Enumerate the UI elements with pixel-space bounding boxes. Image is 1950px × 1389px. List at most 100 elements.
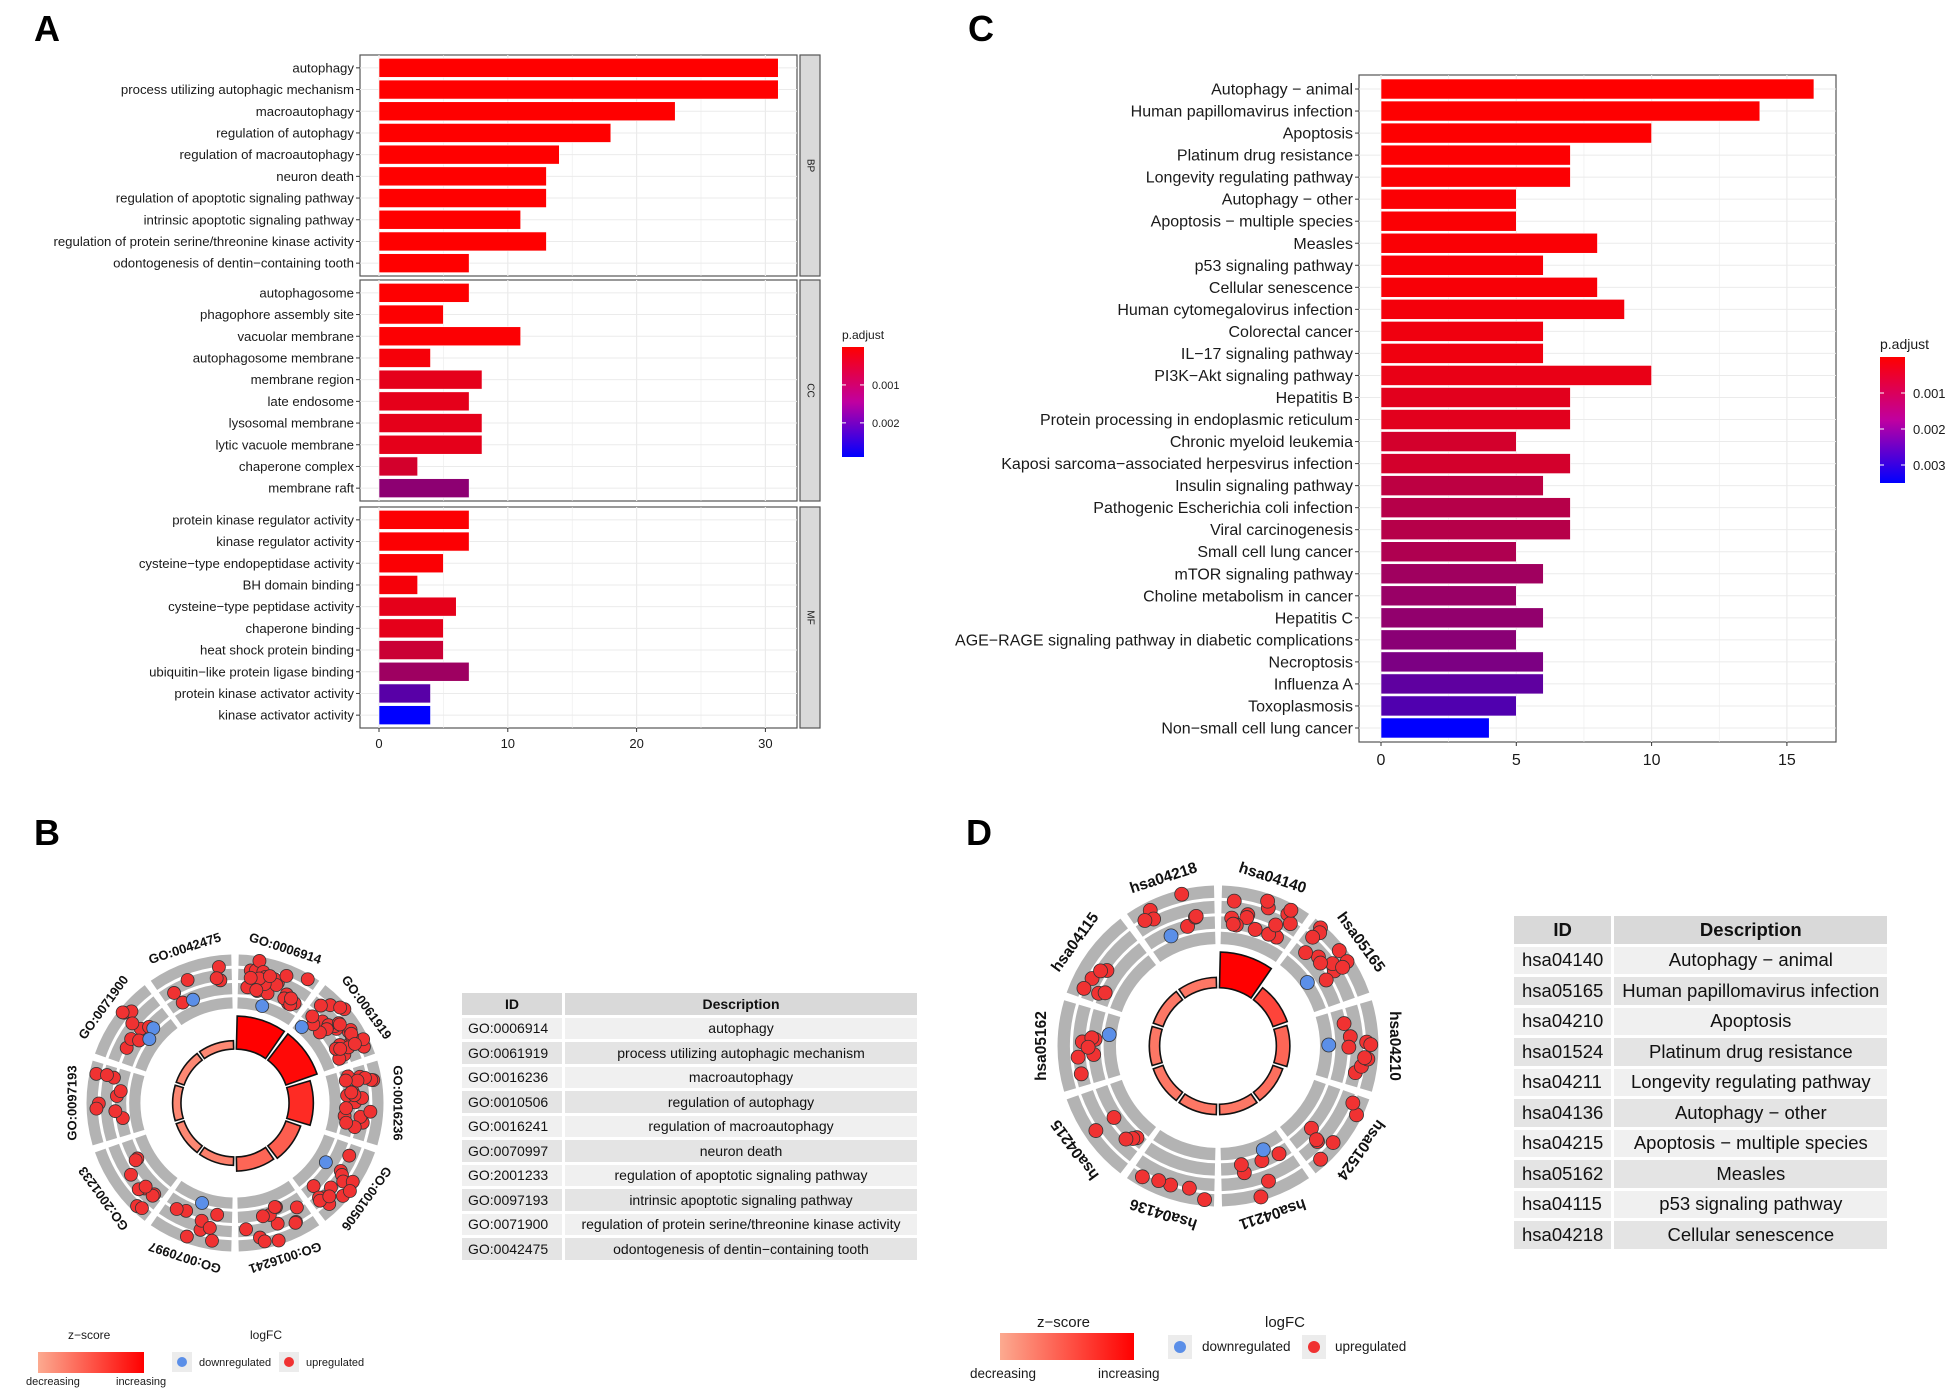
cell-description: Cellular senescence [1614, 1221, 1888, 1249]
cell-id: GO:0010506 [462, 1091, 562, 1113]
cell-description: Measles [1614, 1160, 1888, 1188]
upregulated-dot-icon [284, 1357, 294, 1367]
downregulated-gene-dot [1163, 928, 1179, 944]
cell-description: neuron death [565, 1140, 917, 1162]
upregulated-gene-dot [1233, 1157, 1249, 1173]
upregulated-gene-dot [1197, 1192, 1212, 1208]
upregulated-gene-dot [1118, 1131, 1134, 1147]
upregulated-gene-dot [1225, 916, 1241, 932]
column-header-id: ID [462, 993, 562, 1015]
cell-id: GO:0071900 [462, 1213, 562, 1235]
upregulated-gene-dot [1073, 1066, 1089, 1082]
logfc-legend-title: logFC [1265, 1314, 1306, 1331]
table-row: GO:0071900 regulation of protein serine/t… [462, 1213, 917, 1235]
zscore-bar [1148, 1025, 1164, 1067]
upregulated-gene-dot [1363, 1037, 1379, 1053]
up-key [279, 1352, 299, 1372]
cell-id: hsa04136 [1514, 1099, 1612, 1127]
downregulated-gene-dot [1255, 1142, 1271, 1158]
table-row: GO:0010506 regulation of autophagy [462, 1091, 917, 1113]
upregulated-gene-dot [1088, 1123, 1104, 1138]
cell-description: Autophagy − other [1614, 1099, 1888, 1127]
upregulated-label: upregulated [1335, 1339, 1407, 1354]
cell-description: process utilizing autophagic mechanism [565, 1042, 917, 1064]
upregulated-gene-dot [1341, 1039, 1357, 1055]
zscore-bar [1152, 1064, 1184, 1102]
table-row: hsa04211 Longevity regulating pathway [1514, 1068, 1888, 1096]
zscore-high-label: increasing [116, 1376, 167, 1388]
cell-id: GO:0042475 [462, 1238, 562, 1260]
downregulated-gene-dot [1321, 1037, 1337, 1053]
upregulated-gene-dot [1151, 1173, 1167, 1189]
zscore-gradient [38, 1352, 144, 1373]
cell-id: hsa04215 [1514, 1129, 1612, 1157]
go-term-table: ID Description GO:0006914 autophagy GO:006… [459, 990, 920, 1263]
cell-id: GO:0097193 [462, 1189, 562, 1211]
logfc-legend-title: logFC [250, 1328, 283, 1342]
upregulated-gene-dot [1357, 1050, 1373, 1066]
term-label: hsa04115 [1048, 909, 1103, 975]
upregulated-gene-dot [1313, 1151, 1328, 1167]
upregulated-gene-dot [1298, 945, 1313, 961]
downregulated-dot-icon [1174, 1341, 1186, 1353]
upregulated-gene-dot [1335, 959, 1350, 975]
legend-d: z−score decreasing increasing logFC down… [960, 1300, 1440, 1389]
table-row: GO:0016241 regulation of macroautophagy [462, 1115, 917, 1137]
cell-description: Apoptosis − multiple species [1614, 1129, 1888, 1157]
upregulated-gene-dot [1097, 985, 1113, 1001]
upregulated-gene-dot [1174, 886, 1190, 902]
column-header-description: Description [1614, 916, 1888, 944]
upregulated-gene-dot [1093, 963, 1108, 979]
upregulated-gene-dot [1188, 908, 1204, 924]
zscore-legend-title: z−score [1037, 1314, 1090, 1331]
term-label: hsa01524 [1333, 1116, 1388, 1183]
downregulated-label: downregulated [199, 1357, 272, 1369]
term-label: hsa05162 [1033, 1011, 1050, 1081]
table-row: GO:0006914 autophagy [462, 1017, 917, 1039]
column-header-description: Description [565, 993, 917, 1015]
cell-id: hsa04218 [1514, 1221, 1612, 1249]
table-row: GO:0016236 macroautophagy [462, 1066, 917, 1088]
downregulated-gene-dot [1101, 1027, 1117, 1043]
upregulated-gene-dot [1076, 980, 1092, 996]
table-row: hsa05162 Measles [1514, 1160, 1888, 1188]
table-row: hsa04215 Apoptosis − multiple species [1514, 1129, 1888, 1157]
cell-id: hsa04115 [1514, 1190, 1612, 1218]
cell-description: regulation of protein serine/threonine k… [565, 1213, 917, 1235]
cell-description: regulation of autophagy [565, 1091, 917, 1113]
cell-id: GO:0006914 [462, 1017, 562, 1039]
cell-description: Human papillomavirus infection [1614, 977, 1888, 1005]
zscore-bar [1218, 1092, 1259, 1116]
upregulated-gene-dot [1318, 972, 1334, 988]
cell-description: regulation of macroautophagy [565, 1115, 917, 1137]
cell-id: hsa04210 [1514, 1007, 1612, 1035]
table-row: GO:0042475 odontogenesis of dentin−contai… [462, 1238, 917, 1260]
cell-id: hsa05162 [1514, 1160, 1612, 1188]
cell-description: Longevity regulating pathway [1614, 1068, 1888, 1096]
table-row: hsa04210 Apoptosis [1514, 1007, 1888, 1035]
kegg-pathway-table: ID Description hsa04140 Autophagy − anima… [1511, 913, 1890, 1252]
upregulated-gene-dot [1134, 1169, 1150, 1185]
cell-description: macroautophagy [565, 1066, 917, 1088]
cell-id: GO:0016236 [462, 1066, 562, 1088]
upregulated-gene-dot [1261, 1173, 1276, 1189]
column-header-id: ID [1514, 916, 1612, 944]
downregulated-gene-dot [1299, 975, 1315, 990]
upregulated-gene-dot [1247, 922, 1263, 937]
zscore-bar [1252, 1064, 1284, 1102]
cell-description: Apoptosis [1614, 1007, 1888, 1035]
table-row: hsa04140 Autophagy − animal [1514, 946, 1888, 974]
table-row: GO:0097193 intrinsic apoptotic signaling … [462, 1189, 917, 1211]
zscore-gradient [1000, 1333, 1134, 1360]
upregulated-gene-dot [1268, 917, 1284, 933]
table-row: GO:0070997 neuron death [462, 1140, 917, 1162]
upregulated-dot-icon [1308, 1341, 1320, 1353]
table-row: hsa04115 p53 signaling pathway [1514, 1190, 1888, 1218]
upregulated-gene-dot [1106, 1110, 1122, 1125]
table-row: hsa04136 Autophagy − other [1514, 1099, 1888, 1127]
cell-description: regulation of apoptotic signaling pathwa… [565, 1164, 917, 1186]
zscore-bar [1252, 986, 1289, 1028]
zscore-low-label: decreasing [26, 1376, 80, 1388]
table-row: hsa04218 Cellular senescence [1514, 1221, 1888, 1249]
upregulated-gene-dot [1181, 1180, 1197, 1196]
